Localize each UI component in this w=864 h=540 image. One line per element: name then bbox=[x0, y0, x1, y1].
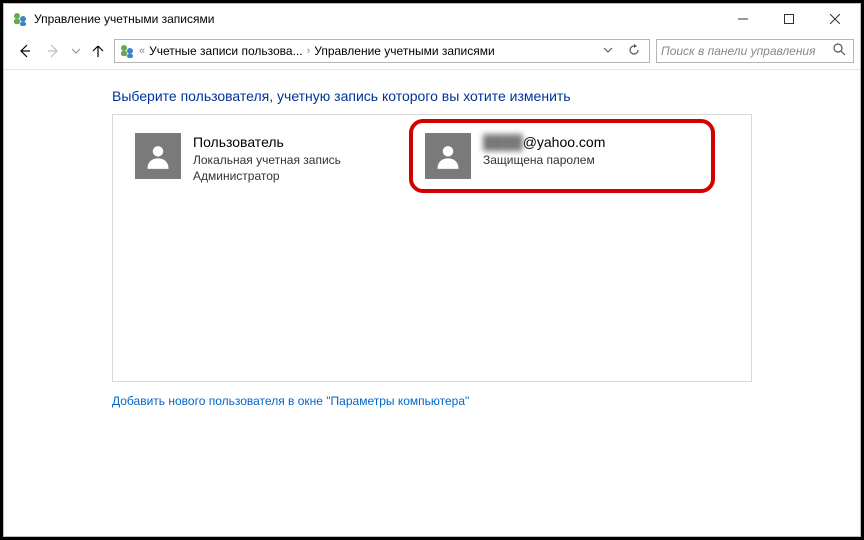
maximize-button[interactable] bbox=[766, 4, 812, 34]
account-role: Администратор bbox=[193, 168, 341, 184]
refresh-button[interactable] bbox=[623, 44, 645, 59]
account-status: Защищена паролем bbox=[483, 152, 605, 168]
redacted-text: ████ bbox=[483, 134, 523, 150]
close-button[interactable] bbox=[812, 4, 858, 34]
add-user-link[interactable]: Добавить нового пользователя в окне "Пар… bbox=[112, 394, 469, 408]
search-placeholder: Поиск в панели управления bbox=[661, 44, 833, 58]
window-title: Управление учетными записями bbox=[34, 12, 214, 26]
instruction-heading: Выберите пользователя, учетную запись ко… bbox=[112, 88, 752, 104]
address-dropdown[interactable] bbox=[597, 44, 619, 58]
history-dropdown[interactable] bbox=[70, 47, 82, 55]
account-email-suffix: @yahoo.com bbox=[523, 134, 606, 150]
accounts-panel: Пользователь Локальная учетная запись Ад… bbox=[112, 114, 752, 382]
up-button[interactable] bbox=[84, 37, 112, 65]
chevron-right-icon: › bbox=[307, 45, 311, 57]
search-input[interactable]: Поиск в панели управления bbox=[656, 39, 854, 63]
account-name: ████@yahoo.com bbox=[483, 133, 605, 152]
back-button[interactable] bbox=[10, 37, 38, 65]
account-item-local[interactable]: Пользователь Локальная учетная запись Ад… bbox=[135, 133, 415, 363]
address-bar[interactable]: « Учетные записи пользова... › Управлени… bbox=[114, 39, 650, 63]
forward-button[interactable] bbox=[40, 37, 68, 65]
account-item-microsoft[interactable]: ████@yahoo.com Защищена паролем bbox=[425, 133, 705, 179]
titlebar: Управление учетными записями bbox=[4, 4, 860, 34]
avatar bbox=[135, 133, 181, 179]
user-accounts-icon bbox=[12, 11, 28, 27]
account-name: Пользователь bbox=[193, 133, 341, 152]
chevron-left-truncate: « bbox=[139, 45, 145, 57]
minimize-button[interactable] bbox=[720, 4, 766, 34]
search-icon bbox=[833, 43, 849, 59]
content-area: Выберите пользователя, учетную запись ко… bbox=[4, 70, 860, 536]
avatar bbox=[425, 133, 471, 179]
user-accounts-icon bbox=[119, 43, 135, 59]
breadcrumb-seg-1[interactable]: Учетные записи пользова... bbox=[149, 44, 302, 58]
account-type: Локальная учетная запись bbox=[193, 152, 341, 168]
breadcrumb-seg-2[interactable]: Управление учетными записями bbox=[314, 44, 494, 58]
nav-row: « Учетные записи пользова... › Управлени… bbox=[4, 34, 860, 68]
